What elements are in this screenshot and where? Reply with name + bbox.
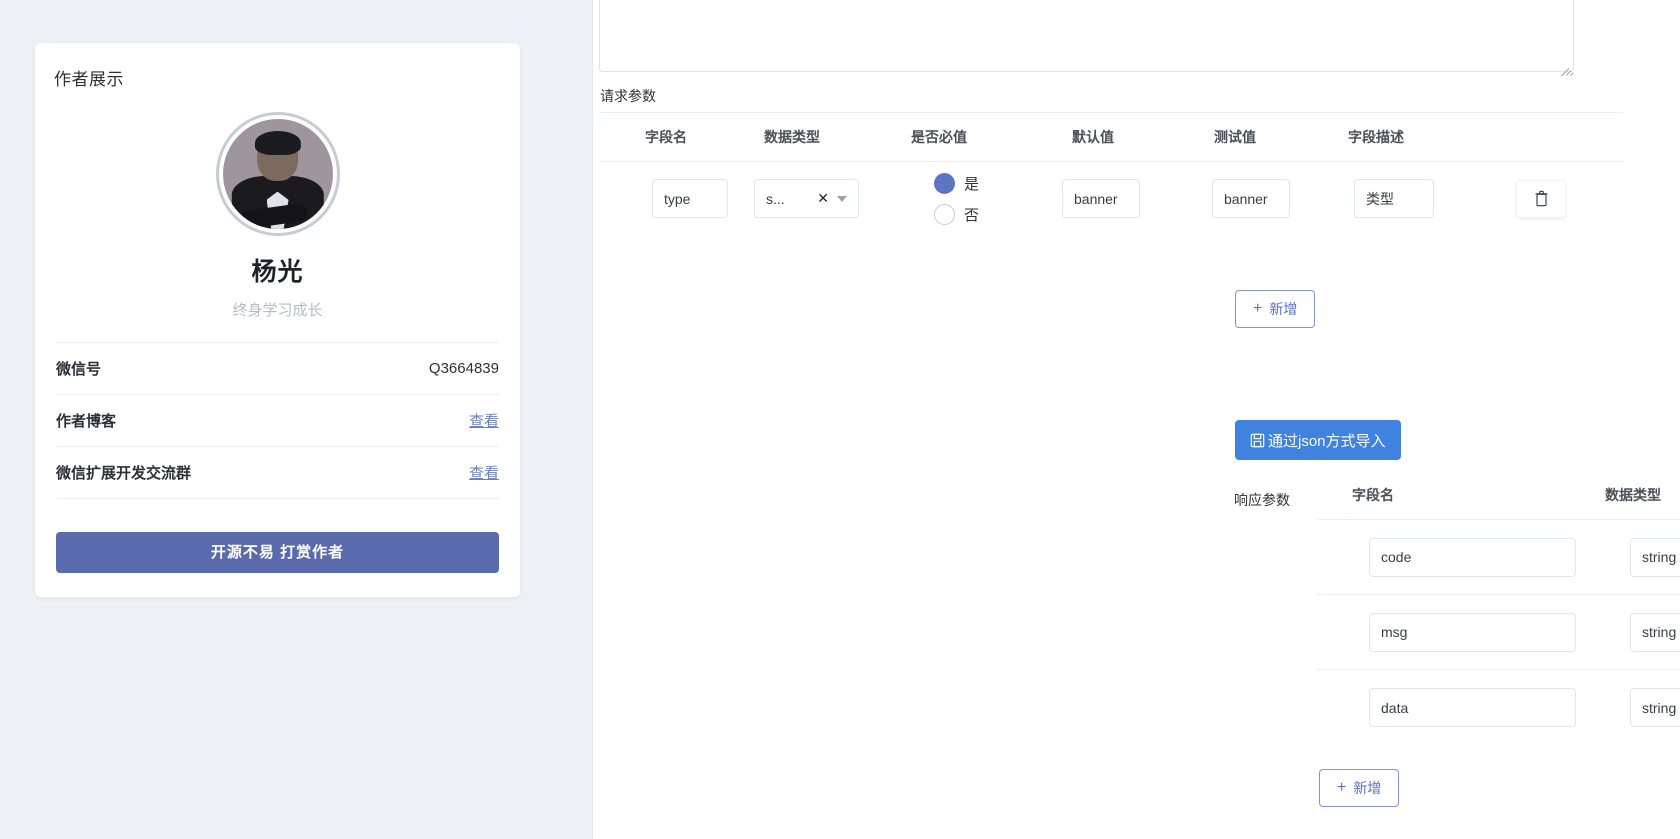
cell-data-type: string ✕ <box>1605 688 1680 727</box>
author-card-title: 作者展示 <box>54 70 124 89</box>
response-params-label: 响应参数 <box>1234 492 1290 508</box>
table-row: s... ✕ 是 否 <box>600 162 1623 235</box>
view-blog-link[interactable]: 查看 <box>469 410 499 431</box>
cell-actions <box>1480 179 1620 218</box>
cell-field-name <box>600 179 754 218</box>
cell-description <box>1330 179 1480 218</box>
add-request-param-label: 新增 <box>1269 301 1298 317</box>
select-value: s... <box>766 190 785 207</box>
column-header-data-type: 数据类型 <box>764 129 820 145</box>
column-header-test-value: 测试值 <box>1214 129 1256 145</box>
request-description-input[interactable] <box>1354 179 1434 218</box>
cell-field-name <box>1317 612 1605 652</box>
cell-default-value <box>1062 179 1202 218</box>
select-value: string <box>1642 699 1677 716</box>
add-response-param-button[interactable]: + 新增 <box>1319 769 1400 807</box>
add-request-param-button[interactable]: + 新增 <box>1235 290 1316 328</box>
cell-field-name <box>1317 688 1605 727</box>
table-row: string ✕ <box>1317 520 1680 595</box>
cell-data-type: string ✕ <box>1605 537 1680 577</box>
avatar-image <box>222 119 333 229</box>
response-data-type-select[interactable]: string ✕ <box>1630 688 1680 727</box>
info-row-wechat-id: 微信号 Q3664839 <box>56 343 499 395</box>
info-value: Q3664839 <box>428 360 499 377</box>
info-label: 微信号 <box>56 361 102 378</box>
save-icon <box>1250 433 1265 447</box>
page-root: 作者展示 杨光 终身学习成长 微信号 Q3664839 作者博客 查看 微信扩展… <box>0 0 1680 839</box>
avatar-container <box>35 112 520 236</box>
info-row-author-blog: 作者博客 查看 <box>56 395 499 447</box>
select-value: string <box>1642 549 1677 565</box>
radio-dot-icon <box>934 172 955 194</box>
response-field-name-input[interactable] <box>1369 688 1576 727</box>
description-textarea[interactable] <box>599 0 1574 72</box>
delete-request-row-button[interactable] <box>1516 179 1566 218</box>
request-data-type-select[interactable]: s... ✕ <box>754 179 859 218</box>
donate-button[interactable]: 开源不易 打赏作者 <box>56 532 499 573</box>
view-group-link[interactable]: 查看 <box>469 462 499 483</box>
column-header-field-name: 字段名 <box>645 129 687 145</box>
response-data-type-select[interactable]: string ✕ <box>1630 612 1680 652</box>
response-table-header: 字段名 数据类型 字段说明 <box>1317 470 1680 520</box>
table-row: string ✕ <box>1317 595 1680 670</box>
response-field-name-input[interactable] <box>1369 612 1576 652</box>
column-header-required: 是否必值 <box>911 129 967 145</box>
cell-field-name <box>1317 537 1605 577</box>
column-header-data-type: 数据类型 <box>1605 486 1661 503</box>
author-info-list: 微信号 Q3664839 作者博客 查看 微信扩展开发交流群 查看 <box>56 342 499 499</box>
column-header-default-value: 默认值 <box>1072 129 1114 145</box>
radio-required-no[interactable]: 否 <box>934 203 980 225</box>
import-json-label: 通过json方式导入 <box>1268 432 1386 450</box>
column-header-field-name: 字段名 <box>1352 486 1394 503</box>
main-content-panel: 请求参数 字段名 数据类型 是否必值 默认值 测试值 字段描述 s... ✕ <box>593 0 1680 839</box>
info-row-wechat-group: 微信扩展开发交流群 查看 <box>56 447 499 499</box>
request-params-table: 字段名 数据类型 是否必值 默认值 测试值 字段描述 s... ✕ <box>600 112 1623 235</box>
response-params-table: 字段名 数据类型 字段说明 string ✕ <box>1317 470 1680 745</box>
chevron-down-icon <box>837 195 847 202</box>
cell-test-value <box>1202 179 1330 218</box>
author-slogan: 终身学习成长 <box>232 302 323 319</box>
cell-required: 是 否 <box>899 172 1062 225</box>
table-row: string ✕ <box>1317 670 1680 745</box>
avatar <box>215 112 340 236</box>
request-test-value-input[interactable] <box>1212 179 1290 218</box>
response-data-type-select[interactable]: string ✕ <box>1630 537 1680 577</box>
cell-data-type: string ✕ <box>1605 612 1680 652</box>
required-radio-group: 是 否 <box>934 172 980 225</box>
radio-label: 否 <box>964 206 980 224</box>
request-default-value-input[interactable] <box>1062 179 1140 218</box>
column-header-description: 字段描述 <box>1348 129 1404 145</box>
select-value: string <box>1642 624 1677 640</box>
info-label: 作者博客 <box>56 413 117 430</box>
radio-label: 是 <box>964 175 980 193</box>
plus-icon: + <box>1253 300 1263 317</box>
add-response-param-label: 新增 <box>1353 780 1382 796</box>
avatar-portrait-hair <box>254 131 301 156</box>
import-json-button[interactable]: 通过json方式导入 <box>1235 420 1401 460</box>
left-sidebar-panel: 作者展示 杨光 终身学习成长 微信号 Q3664839 作者博客 查看 微信扩展… <box>0 0 593 839</box>
info-label: 微信扩展开发交流群 <box>56 465 192 482</box>
trash-icon <box>1535 190 1547 207</box>
request-params-label: 请求参数 <box>600 88 656 104</box>
radio-required-yes[interactable]: 是 <box>934 172 980 194</box>
request-table-header: 字段名 数据类型 是否必值 默认值 测试值 字段描述 <box>600 112 1623 162</box>
radio-dot-icon <box>934 203 955 225</box>
request-field-name-input[interactable] <box>652 179 728 218</box>
plus-icon: + <box>1337 779 1347 796</box>
clear-icon[interactable]: ✕ <box>817 190 837 207</box>
cell-data-type: s... ✕ <box>754 179 899 218</box>
author-card: 作者展示 杨光 终身学习成长 微信号 Q3664839 作者博客 查看 微信扩展… <box>35 43 520 597</box>
author-name: 杨光 <box>251 258 304 286</box>
response-field-name-input[interactable] <box>1369 537 1576 577</box>
